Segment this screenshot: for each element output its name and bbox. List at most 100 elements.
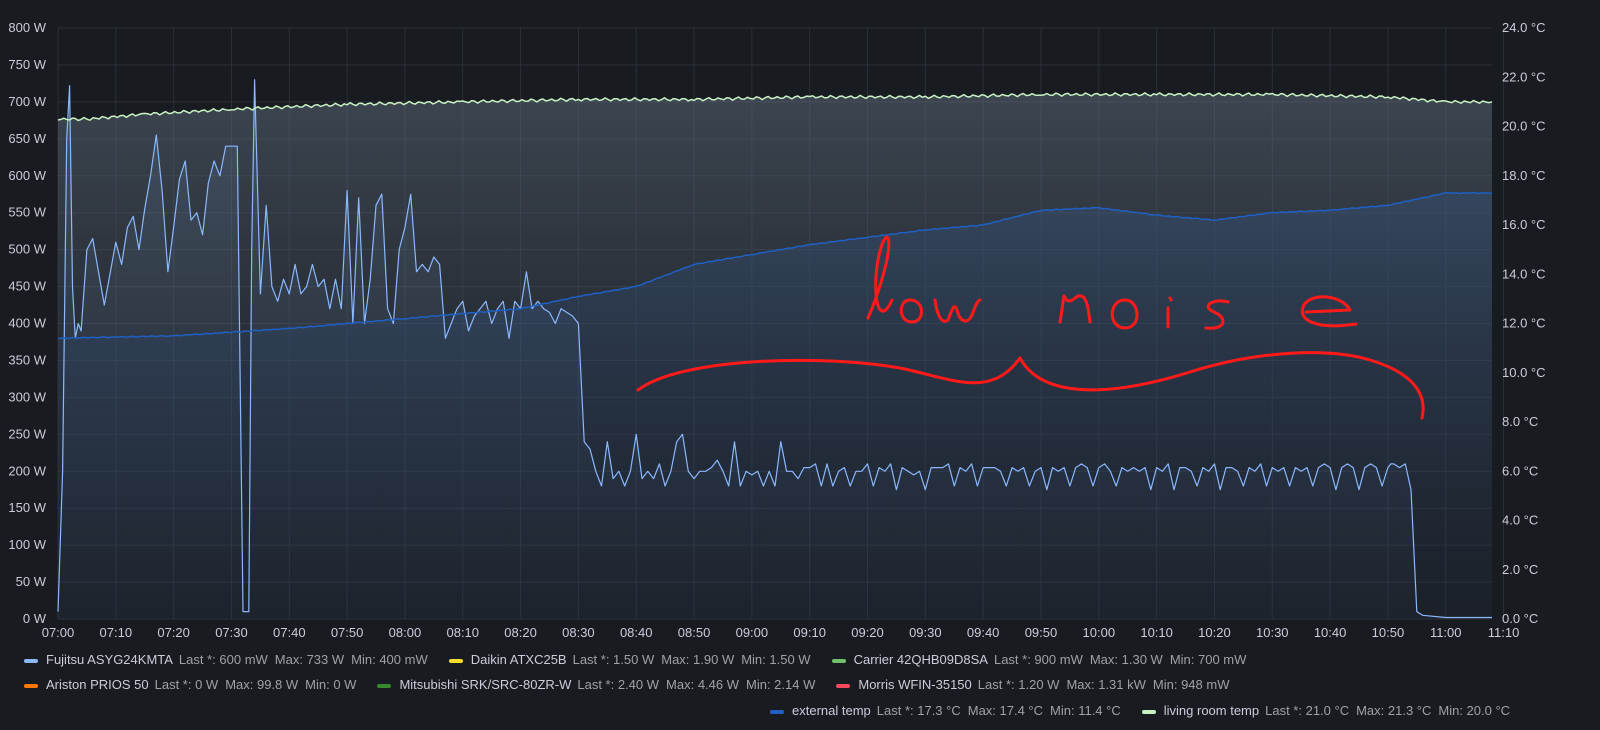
y-right-tick-label: 8.0 °C: [1502, 414, 1538, 429]
y-left-tick-label: 150 W: [8, 500, 46, 515]
legend-stat-min: Min: 400 mW: [351, 652, 428, 667]
legend-stat-max: Max: 1.31 kW: [1066, 677, 1146, 692]
x-tick-label: 09:00: [736, 625, 769, 640]
legend-stats: Last *: 17.3 °C Max: 17.4 °C Min: 11.4 °C: [877, 703, 1128, 718]
legend-item[interactable]: Morris WFIN-35150 Last *: 1.20 W Max: 1.31…: [836, 677, 1236, 692]
series-fills: [58, 79, 1492, 619]
y-left-tick-label: 250 W: [8, 426, 46, 441]
x-tick-label: 09:10: [793, 625, 826, 640]
y-right-tick-label: 16.0 °C: [1502, 217, 1546, 232]
y-right-tick-label: 12.0 °C: [1502, 316, 1546, 331]
legend-stat-max: Max: 21.3 °C: [1356, 703, 1432, 718]
y-left-tick-label: 50 W: [16, 574, 47, 589]
x-tick-label: 11:00: [1430, 625, 1462, 640]
legend-swatch: [836, 683, 851, 688]
x-tick-label: 10:10: [1140, 625, 1173, 640]
y-left-tick-label: 600 W: [8, 168, 46, 183]
y-right-tick-label: 18.0 °C: [1502, 168, 1546, 183]
y-left-tick-label: 700 W: [8, 94, 46, 109]
x-tick-label: 07:40: [273, 625, 306, 640]
y-right-tick-label: 4.0 °C: [1502, 513, 1538, 528]
legend-stat-min: Min: 2.14 W: [746, 677, 816, 692]
legend-stat-min: Min: 1.50 W: [741, 652, 811, 667]
legend-stat-min: Min: 20.0 °C: [1438, 703, 1511, 718]
x-tick-label: 08:30: [562, 625, 595, 640]
y-right-tick-label: 24.0 °C: [1502, 20, 1546, 35]
x-tick-label: 08:00: [389, 625, 422, 640]
y-right-tick-label: 6.0 °C: [1502, 463, 1538, 478]
x-tick-label: 09:20: [851, 625, 884, 640]
legend-stat-last: Last *: 21.0 °C: [1265, 703, 1350, 718]
legend-stats: Last *: 21.0 °C Max: 21.3 °C Min: 20.0 °C: [1265, 703, 1517, 718]
legend-stat-min: Min: 0 W: [305, 677, 357, 692]
legend-swatch: [448, 658, 463, 663]
x-tick-label: 09:50: [1025, 625, 1058, 640]
legend-item[interactable]: living room temp Last *: 21.0 °C Max: 21.3…: [1141, 703, 1517, 718]
legend-stat-max: Max: 17.4 °C: [967, 703, 1044, 718]
legend-row-3: external temp Last *: 17.3 °C Max: 17.4 °C…: [770, 703, 1600, 718]
x-tick-label: 08:20: [504, 625, 537, 640]
legend-stat-last: Last *: 17.3 °C: [876, 703, 961, 718]
y-right-tick-label: 20.0 °C: [1502, 119, 1546, 134]
legend-series-name: Carrier 42QHB09D8SA: [853, 652, 988, 667]
legend-stat-min: Min: 11.4 °C: [1050, 703, 1121, 718]
legend-stats: Last *: 0 W Max: 99.8 W Min: 0 W: [155, 677, 364, 692]
legend-row-2: Ariston PRIOS 50 Last *: 0 W Max: 99.8 W Mi…: [24, 677, 1600, 692]
y-left-tick-label: 200 W: [8, 463, 46, 478]
legend-item[interactable]: Ariston PRIOS 50 Last *: 0 W Max: 99.8 W Mi…: [24, 677, 363, 692]
x-tick-label: 09:40: [967, 625, 1000, 640]
x-tick-label: 08:50: [678, 625, 711, 640]
x-tick-label: 07:30: [215, 625, 248, 640]
x-tick-label: 10:40: [1314, 625, 1347, 640]
y-right-tick-label: 14.0 °C: [1502, 266, 1546, 281]
legend-item[interactable]: Carrier 42QHB09D8SA Last *: 900 mW Max: 1.…: [831, 652, 1254, 667]
y-left-tick-label: 550 W: [8, 205, 46, 220]
legend-swatch: [770, 709, 784, 714]
legend-stats: Last *: 2.40 W Max: 4.46 W Min: 2.14 W: [577, 677, 822, 692]
legend-series-name: living room temp: [1163, 703, 1260, 718]
x-tick-label: 07:00: [42, 625, 75, 640]
y-left-tick-label: 400 W: [8, 316, 46, 331]
y-left-tick-label: 100 W: [8, 537, 46, 552]
legend-swatch: [24, 683, 38, 688]
y-right-tick-label: 10.0 °C: [1502, 365, 1546, 380]
y-left-tick-label: 300 W: [8, 389, 46, 404]
x-tick-label: 07:20: [157, 625, 190, 640]
legend-series-name: external temp: [792, 703, 871, 718]
x-tick-label: 07:50: [331, 625, 364, 640]
legend-stat-min: Min: 948 mW: [1152, 677, 1230, 692]
legend-stat-last: Last *: 0 W: [154, 677, 219, 692]
legend-stat-max: Max: 4.46 W: [666, 677, 739, 692]
series-fill-7: [58, 92, 1492, 619]
y-left-tick-label: 450 W: [8, 279, 46, 294]
y-left-tick-label: 800 W: [8, 20, 46, 35]
legend-stat-last: Last *: 1.20 W: [977, 677, 1060, 692]
legend-item[interactable]: Daikin ATXC25B Last *: 1.50 W Max: 1.90 W M…: [448, 652, 818, 667]
legend-stat-last: Last *: 900 mW: [993, 652, 1083, 667]
legend-stat-min: Min: 700 mW: [1169, 652, 1247, 667]
legend-stat-max: Max: 99.8 W: [225, 677, 299, 692]
legend-swatch: [24, 658, 38, 663]
legend-stat-max: Max: 1.90 W: [661, 652, 735, 667]
x-tick-label: 09:30: [909, 625, 942, 640]
x-tick-label: 11:10: [1488, 625, 1520, 640]
legend-stat-last: Last *: 1.50 W: [572, 652, 655, 667]
legend-item[interactable]: Mitsubishi SRK/SRC-80ZR-W Last *: 2.40 W M…: [377, 677, 822, 692]
x-tick-label: 10:50: [1372, 625, 1405, 640]
legend-stat-max: Max: 733 W: [274, 652, 345, 667]
legend-series-name: Ariston PRIOS 50: [46, 677, 149, 692]
legend-stats: Last *: 1.50 W Max: 1.90 W Min: 1.50 W: [573, 652, 818, 667]
power-temperature-chart: 0 W 50 W 100 W 150 W 200 W 250 W 300 W 350 W 400…: [8, 20, 1546, 640]
legend-stat-max: Max: 1.30 W: [1089, 652, 1163, 667]
legend-stat-last: Last *: 600 mW: [178, 652, 268, 667]
y-left-tick-label: 750 W: [8, 57, 46, 72]
legend-series-name: Fujitsu ASYG24KMTA: [46, 652, 173, 667]
y-right-tick-label: 2.0 °C: [1502, 562, 1538, 577]
legend-stats: Last *: 600 mW Max: 733 W Min: 400 mW: [179, 652, 435, 667]
legend-series-name: Mitsubishi SRK/SRC-80ZR-W: [399, 677, 572, 692]
legend-item[interactable]: external temp Last *: 17.3 °C Max: 17.4 °C…: [770, 703, 1128, 718]
y-left-tick-label: 500 W: [8, 242, 46, 257]
y-left-tick-label: 650 W: [8, 131, 46, 146]
x-tick-label: 10:20: [1198, 625, 1231, 640]
legend-item[interactable]: Fujitsu ASYG24KMTA Last *: 600 mW Max: 733…: [24, 652, 435, 667]
